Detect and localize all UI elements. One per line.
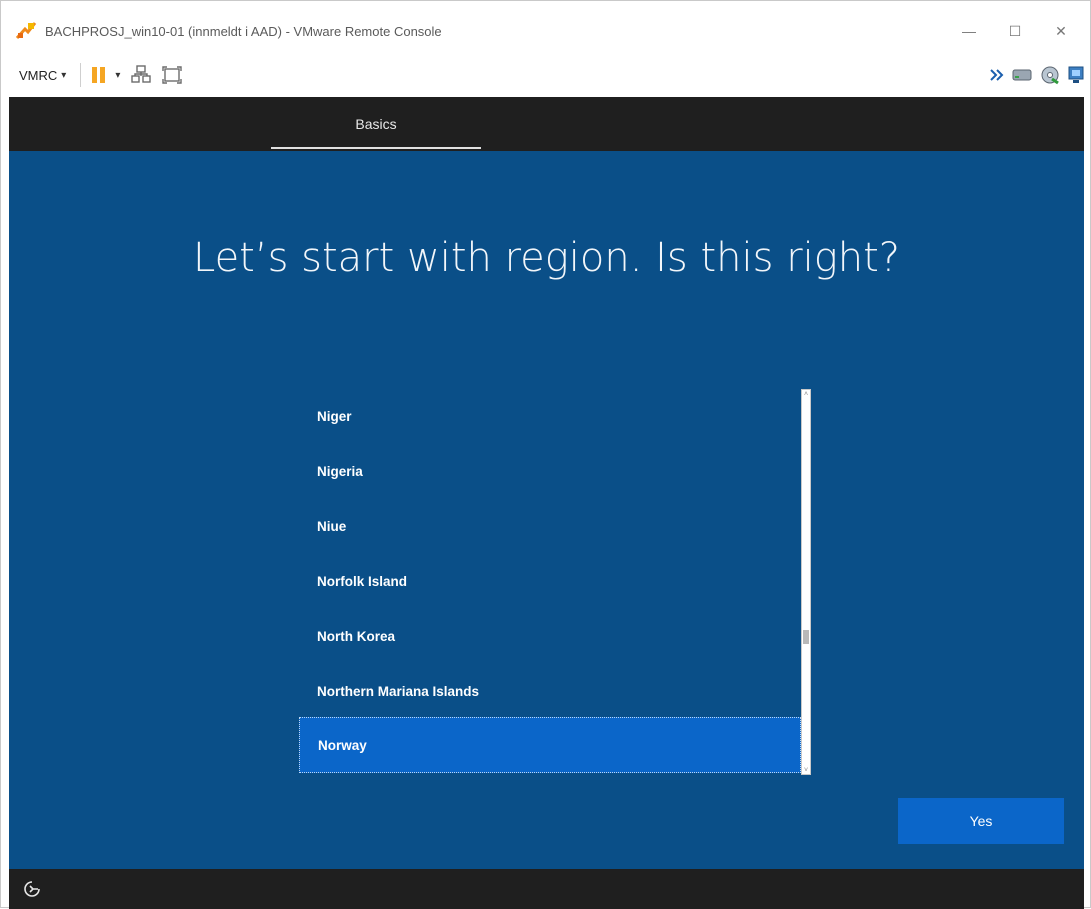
- window-title: BACHPROSJ_win10-01 (innmeldt i AAD) - VM…: [45, 23, 442, 39]
- scrollbar-track[interactable]: [801, 389, 811, 775]
- page-title: Let’s start with region. Is this right?: [192, 235, 901, 281]
- chevron-double-right-icon: [990, 69, 1004, 81]
- oobe-footer-bar: [9, 869, 1084, 909]
- toolbar-device-icons: [990, 53, 1084, 97]
- scroll-up-arrow-icon[interactable]: ˄: [801, 389, 811, 399]
- accessibility-icon[interactable]: [23, 880, 41, 898]
- close-button[interactable]: ✕: [1038, 9, 1084, 53]
- vm-console[interactable]: Basics Let’s start with region. Is this …: [9, 97, 1084, 909]
- region-item-north-korea[interactable]: North Korea: [299, 609, 801, 664]
- minimize-button[interactable]: —: [946, 9, 992, 53]
- toolbar-divider: [80, 63, 82, 87]
- vmrc-window: BACHPROSJ_win10-01 (innmeldt i AAD) - VM…: [0, 0, 1091, 909]
- region-list[interactable]: Niger Nigeria Niue Norfolk Island North …: [299, 389, 811, 775]
- pause-icon: [92, 67, 106, 83]
- region-item-norfolk-island[interactable]: Norfolk Island: [299, 554, 801, 609]
- window-controls: — ☐ ✕: [946, 9, 1084, 53]
- send-ctrl-alt-del-button[interactable]: [130, 61, 152, 89]
- yes-button[interactable]: Yes: [898, 798, 1064, 844]
- network-button[interactable]: [1068, 61, 1084, 89]
- tab-basics-underline: [271, 147, 481, 149]
- region-item-niue[interactable]: Niue: [299, 499, 801, 554]
- region-item-northern-mariana-islands[interactable]: Northern Mariana Islands: [299, 664, 801, 719]
- removable-devices-button[interactable]: [1012, 61, 1032, 89]
- fullscreen-icon: [162, 66, 183, 84]
- cd-drive-icon: [1041, 66, 1059, 85]
- maximize-button[interactable]: ☐: [992, 9, 1038, 53]
- region-list-scrollbar[interactable]: ˄ ˅: [801, 389, 811, 775]
- chevron-down-icon: ▾: [61, 69, 67, 81]
- region-item-niger[interactable]: Niger: [299, 389, 801, 444]
- toolbar: VMRC ▾ ▾: [9, 53, 1084, 97]
- region-item-nigeria[interactable]: Nigeria: [299, 444, 801, 499]
- region-item-norway[interactable]: Norway: [299, 717, 801, 773]
- send-ctrl-alt-del-icon: [131, 65, 152, 83]
- scrollbar-thumb[interactable]: [803, 630, 809, 644]
- pause-button[interactable]: ▾: [91, 61, 120, 89]
- oobe-header-bar: Basics: [9, 97, 1084, 151]
- tab-basics: Basics: [355, 116, 397, 132]
- power-options-caret-icon[interactable]: ▾: [115, 70, 120, 81]
- more-devices-button[interactable]: [990, 61, 1004, 89]
- vmrc-menu-button[interactable]: VMRC ▾: [15, 61, 70, 89]
- fullscreen-button[interactable]: [162, 61, 183, 89]
- title-bar: BACHPROSJ_win10-01 (innmeldt i AAD) - VM…: [9, 9, 1084, 53]
- vmrc-menu-label: VMRC: [19, 67, 58, 83]
- scroll-down-arrow-icon[interactable]: ˅: [801, 765, 811, 775]
- network-icon: [1068, 66, 1084, 83]
- removable-devices-icon: [1012, 69, 1032, 81]
- vmware-logo-icon: [15, 22, 37, 39]
- cd-drive-button[interactable]: [1040, 61, 1060, 89]
